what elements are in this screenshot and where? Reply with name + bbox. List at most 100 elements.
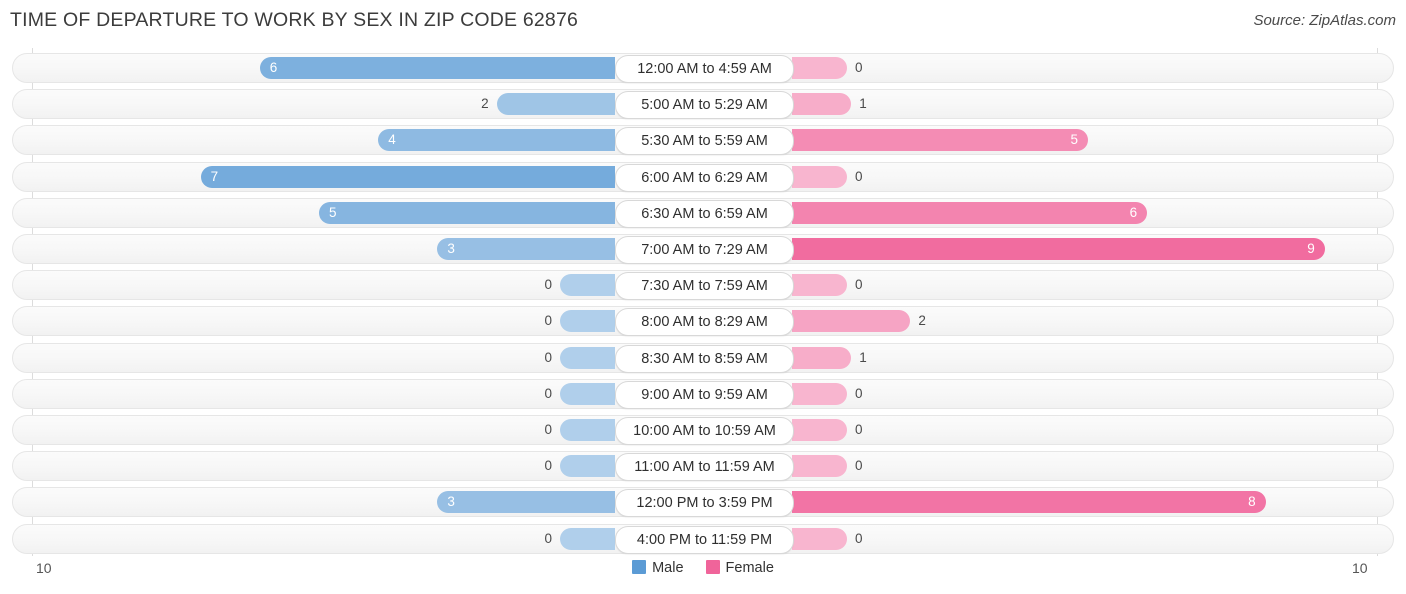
bar-value-male: 6 [269,60,278,75]
page-title: TIME OF DEPARTURE TO WORK BY SEX IN ZIP … [10,9,579,31]
chart-row-inner: 0 0 4:00 PM to 11:59 PM [13,525,1395,554]
bar-male[interactable] [560,382,615,405]
bar-female[interactable] [792,491,1266,514]
category-label: 7:00 AM to 7:29 AM [615,236,794,264]
bar-female[interactable] [792,419,847,441]
chart-row[interactable]: 0 2 8:00 AM to 8:29 AM [12,306,1395,337]
bar-value-female: 0 [855,530,863,546]
category-label: 12:00 AM to 4:59 AM [615,55,794,83]
chart-plot-area: 6 0 12:00 AM to 4:59 AM 2 1 5:00 AM to 5:29 A… [0,48,1406,556]
chart-row-inner: 3 8 12:00 PM to 3:59 PM [13,488,1395,518]
category-label: 4:00 PM to 11:59 PM [615,525,794,554]
bar-female[interactable] [792,93,852,116]
bar-male[interactable] [560,346,615,369]
chart-row-inner: 0 0 7:30 AM to 7:59 AM [13,271,1395,301]
bar-female[interactable] [792,238,1325,260]
chart-row-inner: 0 2 8:00 AM to 8:29 AM [13,307,1395,337]
bar-value-female: 1 [859,96,867,112]
bar-female[interactable] [792,527,847,550]
bar-male[interactable] [496,93,615,116]
bar-male[interactable] [560,527,615,550]
bar-value-male: 0 [544,277,552,293]
bar-value-female: 0 [855,422,863,437]
bar-value-male: 7 [210,168,219,184]
bar-female[interactable] [792,274,847,297]
bar-female[interactable] [792,165,847,188]
bar-value-male: 0 [544,530,552,546]
bar-value-female: 8 [1248,494,1256,510]
legend-item-male[interactable]: Male [632,560,684,577]
bar-value-female: 0 [855,168,863,184]
bar-value-male: 3 [447,494,455,510]
bar-male[interactable] [200,165,615,188]
bar-value-male: 0 [544,385,552,401]
bar-male[interactable] [560,274,615,297]
category-label: 5:00 AM to 5:29 AM [615,91,794,120]
source-attribution: Source: ZipAtlas.com [1253,12,1396,29]
category-label: 12:00 PM to 3:59 PM [615,489,794,518]
bar-value-male: 0 [544,349,552,365]
chart-row[interactable]: 2 1 5:00 AM to 5:29 AM [12,89,1395,120]
chart-row[interactable]: 5 6 6:30 AM to 6:59 AM [12,197,1395,228]
legend-label-male: Male [652,560,684,577]
bar-value-female: 0 [855,277,863,293]
bar-value-female: 2 [918,313,926,329]
chart-row[interactable]: 4 5 5:30 AM to 5:59 AM [12,125,1395,156]
bar-value-male: 0 [544,458,552,474]
bar-female[interactable] [792,346,852,369]
category-label: 9:00 AM to 9:59 AM [615,380,794,409]
bar-female[interactable] [792,310,911,333]
bar-male[interactable] [560,310,615,333]
chart-row[interactable]: 0 0 7:30 AM to 7:59 AM [12,270,1395,301]
chart-row-inner: 0 0 10:00 AM to 10:59 AM [13,416,1395,445]
chart-row[interactable]: 0 0 4:00 PM to 11:59 PM [12,523,1395,554]
chart-row-inner: 4 5 5:30 AM to 5:59 AM [13,126,1395,156]
category-label: 7:30 AM to 7:59 AM [615,272,794,301]
category-label: 6:30 AM to 6:59 AM [615,199,794,228]
bar-value-female: 9 [1307,241,1315,256]
chart-row[interactable]: 0 1 8:30 AM to 8:59 AM [12,342,1394,373]
chart-row[interactable]: 3 9 7:00 AM to 7:29 AM [12,234,1394,264]
bar-value-male: 3 [447,241,455,256]
chart-row[interactable]: 6 0 12:00 AM to 4:59 AM [12,53,1394,83]
bar-value-female: 0 [855,458,863,474]
bar-female[interactable] [792,455,847,478]
chart-row[interactable]: 0 0 10:00 AM to 10:59 AM [12,415,1394,445]
category-label: 10:00 AM to 10:59 AM [615,417,794,445]
category-label: 5:30 AM to 5:59 AM [615,127,794,156]
bar-value-male: 4 [388,132,396,148]
bar-value-female: 6 [1129,204,1138,220]
bar-female[interactable] [792,382,847,405]
chart-row-inner: 0 0 11:00 AM to 11:59 AM [13,452,1395,482]
bar-female[interactable] [792,57,847,79]
bar-male[interactable] [560,455,615,478]
chart-footer: 10 10 Male Female [0,556,1406,594]
bar-value-male: 0 [544,313,552,329]
category-label: 11:00 AM to 11:59 AM [615,453,794,482]
chart-row[interactable]: 7 0 6:00 AM to 6:29 AM [12,161,1395,192]
chart-header: TIME OF DEPARTURE TO WORK BY SEX IN ZIP … [0,0,1406,44]
legend-item-female[interactable]: Female [705,560,774,577]
category-label: 8:30 AM to 8:59 AM [615,344,794,373]
bar-female[interactable] [792,201,1148,224]
bar-value-male: 0 [544,422,552,437]
chart-row[interactable]: 0 0 9:00 AM to 9:59 AM [12,378,1395,409]
chart-row[interactable]: 0 0 11:00 AM to 11:59 AM [12,451,1395,482]
chart-row-inner: 2 1 5:00 AM to 5:29 AM [13,90,1395,120]
bar-male[interactable] [259,57,615,79]
legend-label-female: Female [725,560,774,577]
bar-value-female: 5 [1070,132,1078,148]
legend-swatch-female-icon [705,560,720,575]
chart-row-inner: 3 9 7:00 AM to 7:29 AM [13,235,1395,264]
chart-row-inner: 7 0 6:00 AM to 6:29 AM [13,163,1395,192]
chart-row[interactable]: 3 8 12:00 PM to 3:59 PM [12,487,1395,518]
category-label: 6:00 AM to 6:29 AM [615,163,794,192]
chart-row-inner: 6 0 12:00 AM to 4:59 AM [13,54,1395,83]
bar-value-male: 2 [481,96,489,112]
chart-row-inner: 0 0 9:00 AM to 9:59 AM [13,380,1395,409]
chart-row-inner: 5 6 6:30 AM to 6:59 AM [13,199,1395,228]
chart-legend: Male Female [0,560,1406,576]
bar-male[interactable] [560,419,615,441]
category-label: 8:00 AM to 8:29 AM [615,308,794,337]
bar-value-male: 5 [329,204,337,220]
